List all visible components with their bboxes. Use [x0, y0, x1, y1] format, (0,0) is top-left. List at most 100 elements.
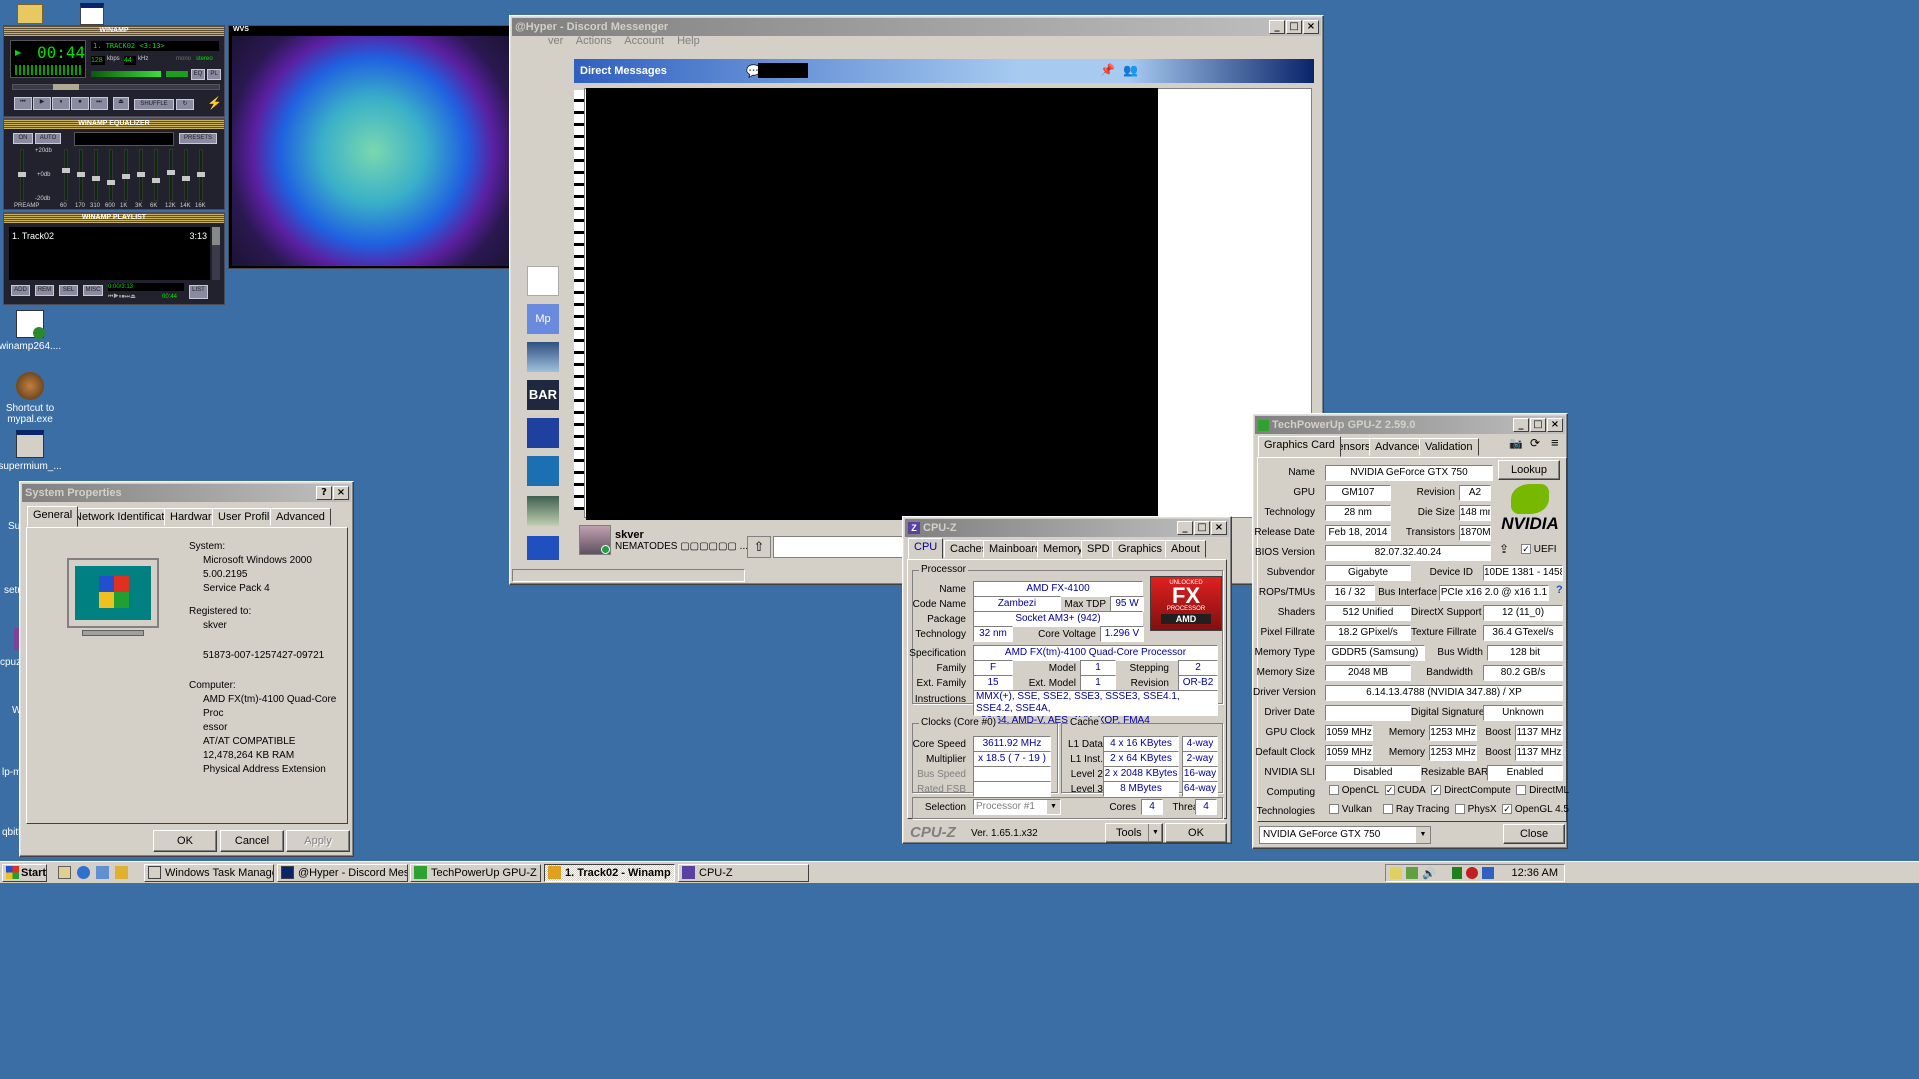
minimize-button[interactable]: _ — [1513, 418, 1529, 432]
eq-presets-button[interactable]: PRESETS — [179, 133, 217, 144]
selection-dropdown[interactable]: Processor #1 ▼ — [973, 799, 1061, 815]
tray-icon-1[interactable] — [1390, 867, 1402, 879]
eq-band-slider[interactable] — [137, 149, 145, 201]
desktop-icon-supermium[interactable]: supermium_... — [0, 430, 62, 472]
desktop-top-icon-2[interactable] — [80, 3, 104, 25]
members-icon[interactable]: 👥 — [1123, 63, 1138, 77]
pl-sel-button[interactable]: SEL — [59, 285, 78, 296]
server-icon-anime-2[interactable] — [527, 496, 559, 526]
ie-icon[interactable] — [77, 866, 90, 879]
server-icon-stack[interactable] — [527, 418, 559, 448]
playlist-scrollbar[interactable] — [212, 227, 220, 280]
tab-general[interactable]: General — [27, 506, 79, 527]
vulkan-checkbox[interactable] — [1329, 804, 1339, 815]
apply-button[interactable]: Apply — [286, 830, 350, 852]
tab-about[interactable]: About — [1165, 540, 1206, 558]
show-desktop-icon[interactable] — [58, 866, 71, 879]
close-button[interactable]: × — [1547, 418, 1563, 432]
server-icon-bar[interactable]: BAR — [527, 380, 559, 410]
tab-cpu[interactable]: CPU — [908, 538, 944, 559]
tray-icon-3[interactable] — [1452, 867, 1462, 879]
cuda-checkbox[interactable]: ✓ — [1384, 785, 1395, 796]
eject-button[interactable]: ⏏ — [113, 97, 129, 110]
tray-icon-2[interactable] — [1406, 867, 1418, 879]
server-icon-cube[interactable] — [527, 456, 559, 486]
camera-icon[interactable]: 📷 — [1509, 437, 1523, 450]
pin-icon[interactable]: 📌 — [1100, 63, 1115, 77]
ok-button[interactable]: OK — [153, 830, 217, 852]
playlist-titlebar[interactable]: WINAMP PLAYLIST — [4, 213, 224, 223]
server-icon-blue[interactable] — [527, 536, 559, 560]
pause-button[interactable]: ⏸ — [52, 97, 70, 110]
eq-band-slider[interactable] — [167, 149, 175, 201]
desktop-icon-mypal[interactable]: Shortcut to mypal.exe — [0, 372, 62, 425]
eq-band-slider[interactable] — [182, 149, 190, 201]
menu-account[interactable]: Account — [624, 35, 664, 47]
server-icon-1[interactable] — [527, 266, 559, 296]
prev-button[interactable]: ⏮ — [14, 97, 32, 110]
tab-graphics[interactable]: Graphics — [1112, 540, 1169, 558]
cancel-button[interactable]: Cancel — [220, 830, 284, 852]
refresh-icon[interactable]: ⟳ — [1530, 436, 1540, 450]
tab-graphics-card[interactable]: Graphics Card — [1258, 436, 1341, 457]
menu-icon[interactable]: ≡ — [1551, 435, 1559, 450]
maximize-button[interactable]: □ — [1194, 521, 1210, 535]
maximize-button[interactable]: □ — [1530, 418, 1546, 432]
tab-advanced[interactable]: Advanced — [270, 508, 331, 526]
eq-preamp-slider[interactable] — [18, 149, 26, 201]
tray-icon-5[interactable] — [1482, 867, 1494, 879]
eq-auto-button[interactable]: AUTO — [35, 133, 61, 144]
eq-titlebar[interactable]: WINAMP EQUALIZER — [4, 119, 224, 129]
tab-spd[interactable]: SPD — [1081, 540, 1116, 558]
minimize-button[interactable]: _ — [1177, 521, 1193, 535]
dm-list-scroll[interactable] — [574, 90, 584, 510]
lookup-button[interactable]: Lookup — [1498, 460, 1560, 480]
task-task-manager[interactable]: Windows Task Manager — [144, 864, 274, 882]
directml-checkbox[interactable] — [1516, 785, 1527, 796]
eq-band-slider[interactable] — [122, 149, 130, 201]
eq-band-slider[interactable] — [152, 149, 160, 201]
play-button[interactable]: ▶ — [33, 97, 51, 110]
minimize-button[interactable]: _ — [1269, 20, 1285, 34]
server-icon-mp[interactable]: Mp — [527, 304, 559, 334]
winamp-balance-slider[interactable] — [166, 71, 188, 77]
upload-button[interactable]: ⇧ — [747, 536, 771, 558]
stop-button[interactable]: ⏹ — [71, 97, 89, 110]
sysprops-titlebar[interactable]: System Properties ? × — [22, 484, 351, 502]
winamp-seek-bar[interactable] — [12, 84, 220, 90]
server-icon-anime-1[interactable] — [527, 342, 559, 372]
gpu-select-dropdown[interactable]: NVIDIA GeForce GTX 750 ▼ — [1259, 826, 1431, 844]
tools-button[interactable]: Tools ▼ — [1105, 823, 1163, 843]
task-winamp[interactable]: 1. Track02 - Winamp — [544, 864, 675, 882]
tray-icon-4[interactable] — [1466, 867, 1478, 879]
pl-list-button[interactable]: LIST — [189, 285, 208, 299]
pl-rem-button[interactable]: REM — [35, 285, 54, 296]
discord-titlebar[interactable]: @Hyper - Discord Messenger _ □ × — [512, 18, 1321, 36]
shuffle-button[interactable]: SHUFFLE — [134, 99, 174, 110]
menu-server[interactable]: ver — [548, 35, 563, 47]
message-input[interactable] — [773, 536, 905, 558]
tab-validation[interactable]: Validation — [1419, 438, 1479, 456]
close-button-main[interactable]: Close — [1503, 824, 1565, 844]
winamp-lightning-icon[interactable]: ⚡ — [207, 96, 222, 110]
winamp-volume-slider[interactable] — [91, 71, 161, 77]
cpuz-titlebar[interactable]: Z CPU-Z _ □ × — [905, 519, 1229, 537]
next-button[interactable]: ⏭ — [90, 97, 108, 110]
eq-band-slider[interactable] — [197, 149, 205, 201]
winamp-titlebar[interactable]: WINAMP — [4, 26, 224, 36]
start-button[interactable]: Start — [2, 864, 47, 882]
volume-icon[interactable]: 🔊 — [1422, 867, 1436, 880]
help-button[interactable]: ? — [316, 486, 332, 500]
desktop-icon-winamp[interactable]: winamp264.... — [0, 310, 62, 352]
menu-actions[interactable]: Actions — [576, 35, 612, 47]
close-button[interactable]: × — [1211, 521, 1227, 535]
maximize-button[interactable]: □ — [1286, 20, 1302, 34]
close-button[interactable]: × — [333, 486, 349, 500]
eq-on-button[interactable]: ON — [13, 133, 33, 144]
ok-button[interactable]: OK — [1165, 823, 1227, 843]
playlist-list[interactable]: 1. Track02 3:13 — [9, 227, 210, 280]
winamp-eq-toggle[interactable]: EQ — [191, 69, 205, 80]
close-button[interactable]: × — [1303, 20, 1319, 34]
desktop-top-icon[interactable] — [17, 4, 43, 24]
task-gpuz[interactable]: TechPowerUp GPU-Z 2.59.0 — [410, 864, 541, 882]
